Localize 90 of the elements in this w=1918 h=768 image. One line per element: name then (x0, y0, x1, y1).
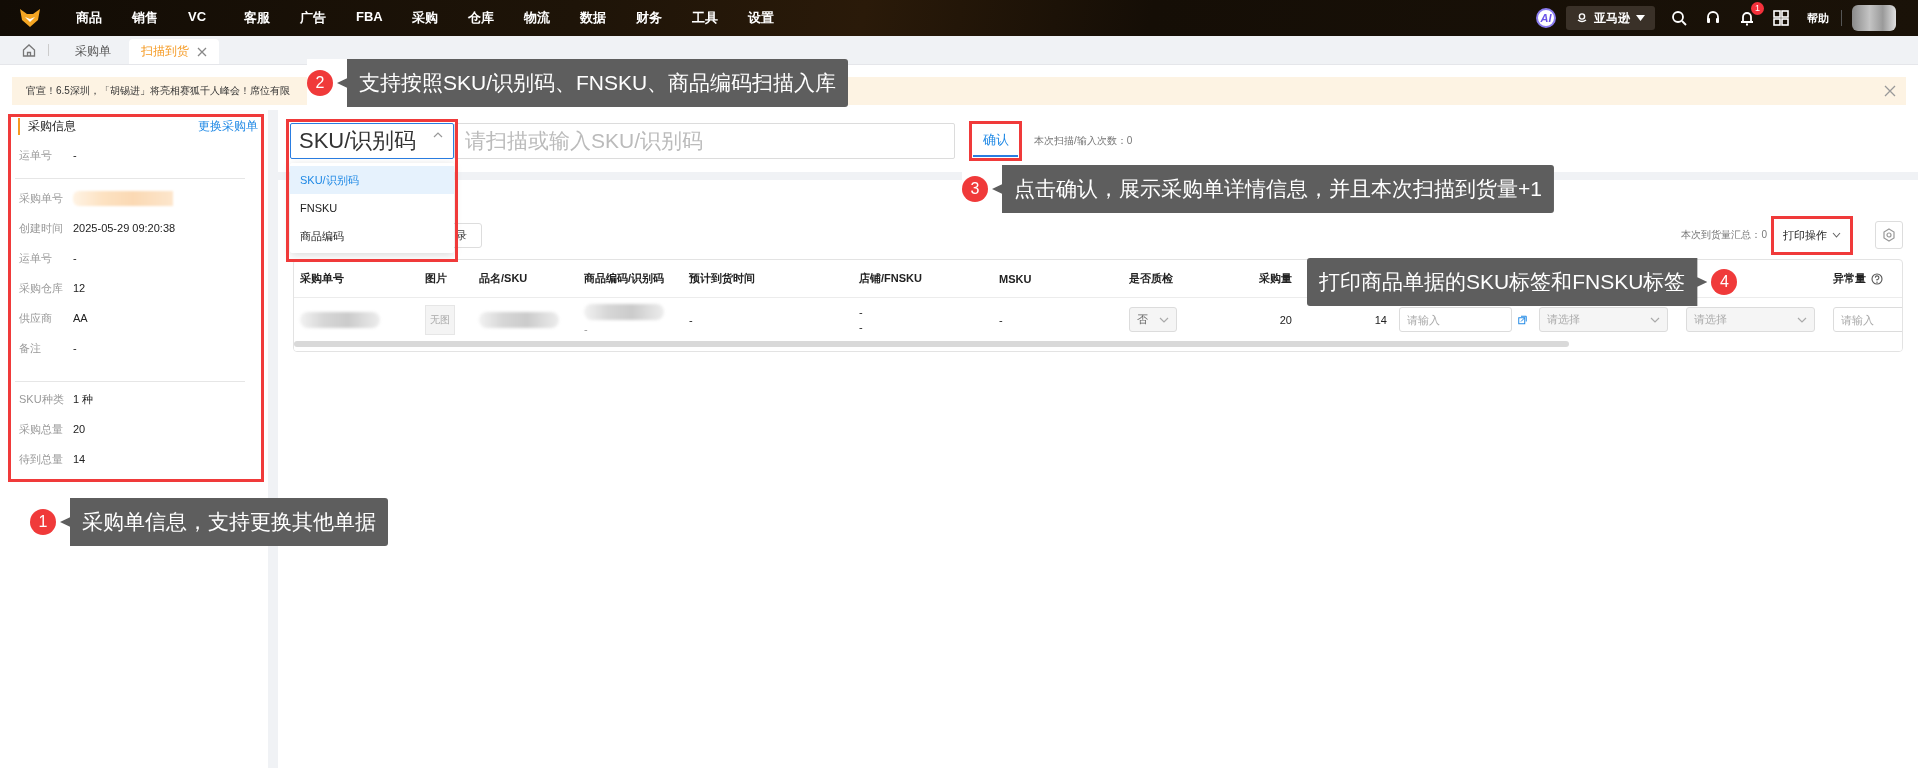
field-label: 运单号 (19, 250, 53, 266)
avatar[interactable] (1852, 5, 1896, 31)
scan-count-text: 本次扫描/输入次数：0 (1034, 134, 1133, 148)
nav-menu-item[interactable]: 销售 (132, 9, 188, 27)
table-cell-text: - (584, 323, 589, 335)
scrollbar[interactable] (294, 341, 1569, 347)
callout-note: 支持按照SKU/识别码、FNSKU、商品编码扫描入库 (337, 59, 849, 107)
table-cell: - (999, 313, 1003, 326)
callout-note: 采购单信息，支持更换其他单据 (60, 498, 388, 546)
field-label: 采购单号 (19, 190, 64, 206)
nav-menu-item[interactable]: 工具 (692, 9, 748, 27)
nav-menu-item[interactable]: 商品 (76, 9, 132, 27)
table-cell-text: - (859, 306, 864, 318)
nav-menu-item[interactable]: 财务 (636, 9, 692, 27)
callout-note: 点击确认，展示采购单详情信息，并且本次扫描到货量+1 (992, 165, 1554, 213)
field-label: 待到总量 (19, 451, 64, 467)
column-header: 预计到货时间 (689, 271, 755, 286)
field-label: 运单号 (19, 147, 53, 163)
table-cell-text: - (859, 321, 864, 333)
field-label: SKU种类 (19, 391, 65, 407)
column-header: 异常量 (1833, 271, 1866, 286)
nav-menu-item[interactable]: 物流 (524, 9, 580, 27)
input-field[interactable]: 请输入 (1399, 307, 1512, 332)
chevron-icon[interactable] (1832, 232, 1841, 238)
input-field[interactable]: 请输入 (1833, 307, 1902, 332)
headset-icon[interactable] (1705, 10, 1721, 26)
no-image-thumbnail: 无图 (425, 304, 455, 335)
home-icon[interactable] (22, 43, 36, 57)
notification-badge: 1 (1751, 2, 1764, 15)
arrival-total-text: 本次到货量汇总：0 (1681, 228, 1767, 242)
help-icon[interactable] (1871, 272, 1883, 285)
field-label: 采购总量 (19, 421, 64, 437)
search-icon[interactable] (1671, 10, 1687, 26)
field-label: 创建时间 (19, 220, 64, 236)
field-label: 采购仓库 (19, 280, 64, 296)
step-number-badge: 4 (1711, 269, 1738, 295)
column-header: MSKU (999, 272, 1032, 285)
section-title: 采购信息 (18, 117, 76, 135)
ai-button[interactable]: AI (1536, 8, 1556, 28)
copy-link-icon[interactable] (1518, 313, 1527, 326)
store-dropdown-button[interactable]: 亚马逊 (1566, 6, 1655, 30)
grid-icon[interactable] (1773, 10, 1789, 26)
field-value: 2025-05-29 09:20:38 (73, 222, 176, 234)
column-header: 是否质检 (1129, 271, 1173, 286)
nav-menu-item[interactable]: 广告 (300, 9, 356, 27)
mode-select[interactable]: SKU/识别码 (290, 123, 454, 159)
field-value: - (73, 149, 77, 161)
table-cell: 14 (1374, 313, 1387, 326)
nav-menu-item[interactable]: 客服 (244, 9, 300, 27)
close-icon[interactable] (197, 46, 207, 57)
step-number-badge: 2 (307, 70, 333, 96)
fox-logo (19, 8, 41, 28)
field-value: - (73, 252, 77, 264)
field-value: 20 (73, 423, 86, 435)
field-value: - (73, 342, 77, 354)
caret-icon[interactable] (1636, 15, 1645, 21)
column-header: 图片 (425, 271, 447, 286)
column-header: 采购量 (1259, 271, 1292, 286)
step-number-badge: 1 (30, 509, 56, 535)
field-value: 12 (73, 282, 86, 294)
column-header: 采购单号 (300, 271, 344, 286)
field-label: 备注 (19, 340, 42, 356)
nav-menu-item[interactable]: 数据 (580, 9, 636, 27)
field-value: 1 种 (73, 391, 94, 407)
nav-menu-item[interactable]: 设置 (748, 9, 804, 27)
chevron-icon[interactable] (433, 132, 443, 138)
help-link[interactable]: 帮助 (1807, 10, 1829, 26)
nav-menu-item[interactable]: VC (188, 9, 244, 27)
bell-icon[interactable] (1739, 10, 1755, 26)
column-header: 店铺/FNSKU (859, 271, 922, 286)
page-tab[interactable]: 采购单 (63, 39, 123, 64)
notice-text: 官宣！6.5深圳，「胡锡进」将亮相赛狐千人峰会！席位有限 (26, 84, 290, 98)
settings-icon[interactable] (1882, 228, 1896, 242)
column-header: 品名/SKU (479, 271, 528, 286)
callout-note: 打印商品单据的SKU标签和FNSKU标签 (1307, 258, 1708, 306)
table-cell: - (689, 313, 693, 326)
field-value: AA (73, 312, 88, 324)
change-order-link[interactable]: 更换采购单 (198, 117, 258, 135)
nav-menu-item[interactable]: FBA (356, 9, 412, 27)
field-label: 供应商 (19, 310, 53, 326)
nav-menu-item[interactable]: 仓库 (468, 9, 524, 27)
close-icon[interactable] (1884, 85, 1896, 97)
table-cell: 20 (1279, 313, 1292, 326)
column-header: 商品编码/识别码 (584, 271, 665, 286)
dropdown-option[interactable]: FNSKU (290, 194, 454, 222)
field-value: 14 (73, 453, 86, 465)
settings-button[interactable] (1875, 221, 1903, 249)
scan-input-field[interactable]: 请扫描或输入SKU/识别码 (454, 123, 955, 159)
nav-menu-item[interactable]: 采购 (412, 9, 468, 27)
step-number-badge: 3 (962, 176, 988, 202)
